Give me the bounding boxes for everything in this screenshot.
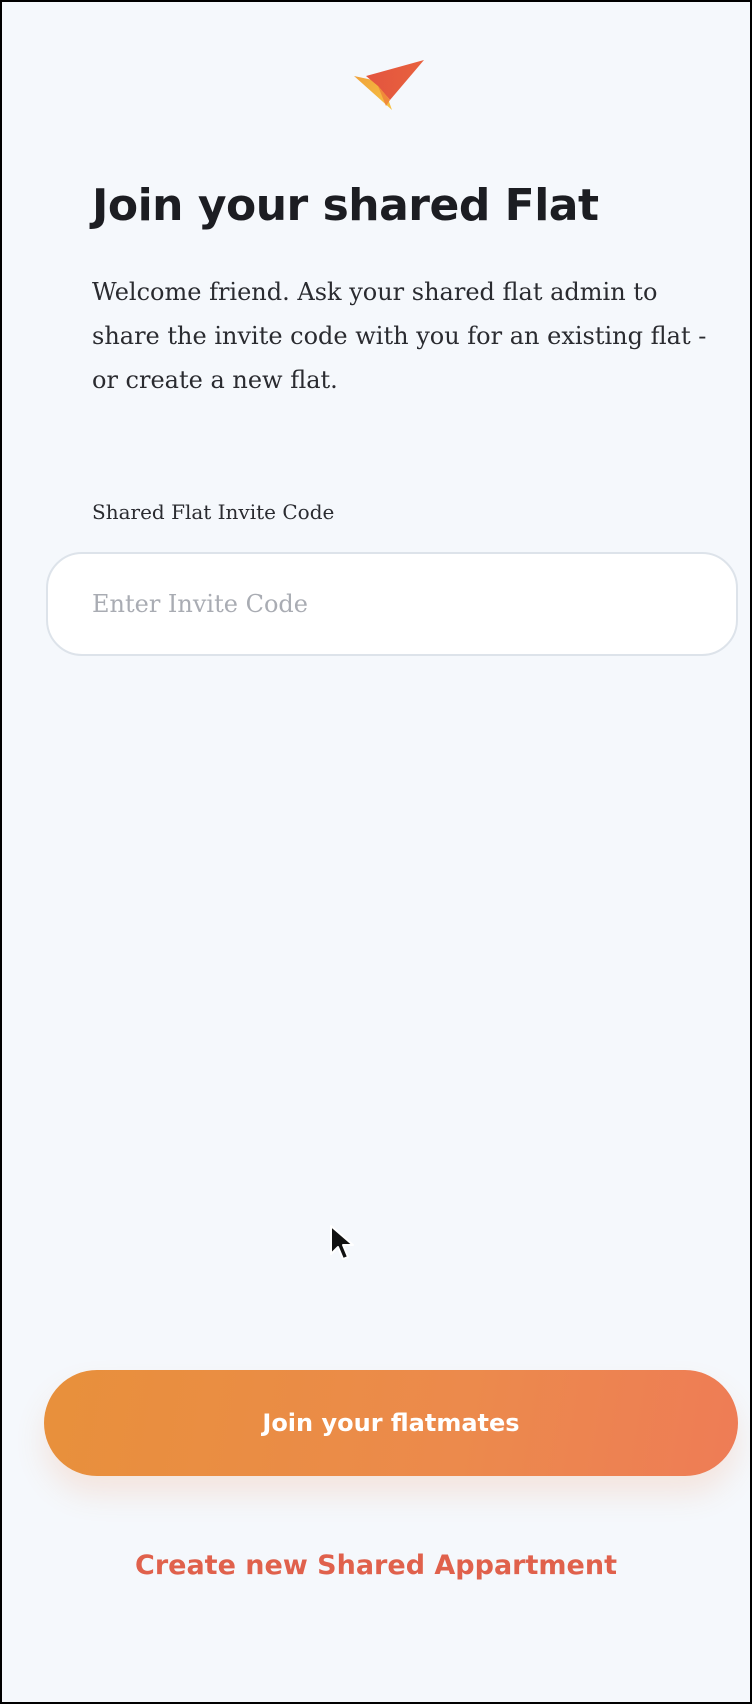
create-apartment-link[interactable]: Create new Shared Appartment xyxy=(2,1550,750,1581)
invite-code-label: Shared Flat Invite Code xyxy=(92,500,335,524)
mouse-pointer-icon xyxy=(330,1225,354,1260)
checkmark-logo-icon xyxy=(354,60,424,110)
join-flatmates-button[interactable]: Join your flatmates xyxy=(44,1370,738,1476)
page-title: Join your shared Flat xyxy=(92,180,599,231)
intro-text: Welcome friend. Ask your shared flat adm… xyxy=(92,278,707,394)
app-screen: Join your shared Flat Welcome friend. As… xyxy=(2,2,750,1702)
invite-code-input[interactable] xyxy=(46,552,738,656)
